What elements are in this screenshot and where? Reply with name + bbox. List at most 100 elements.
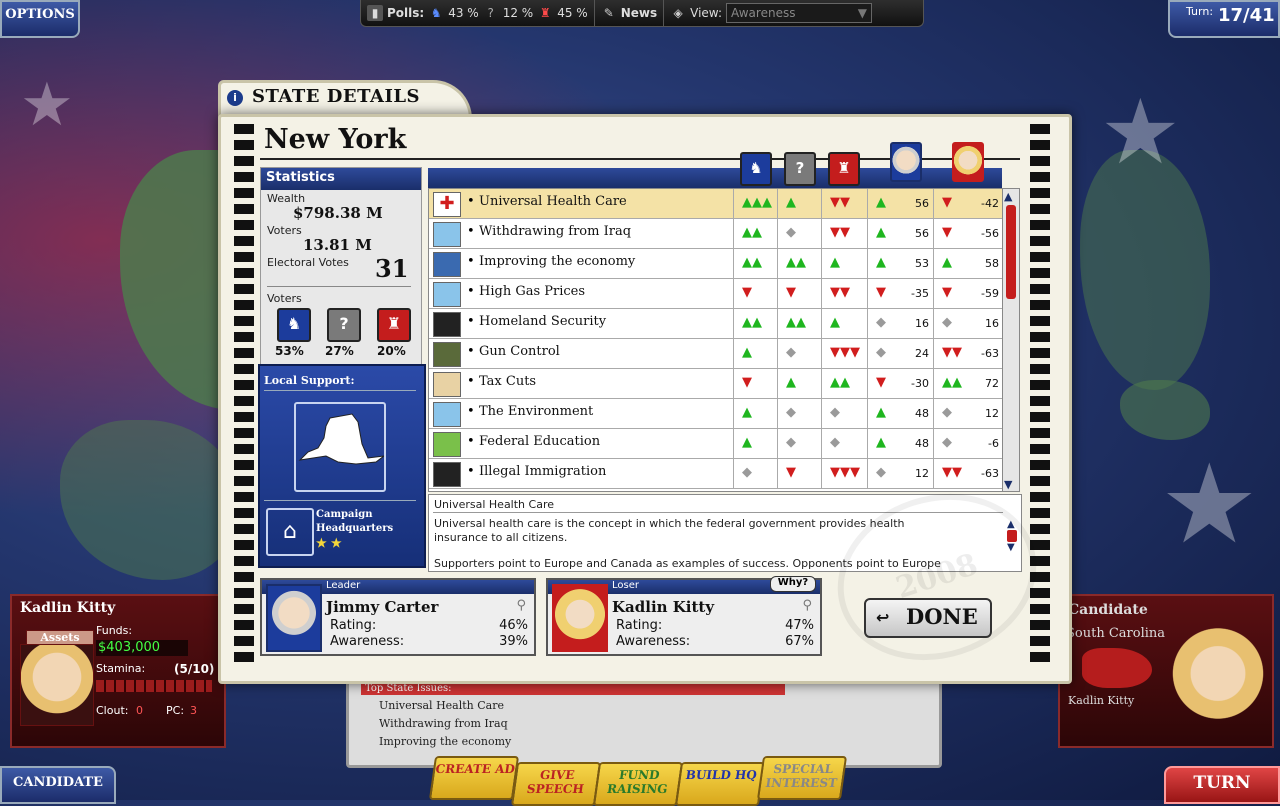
leader-heading: Leader [326, 580, 361, 591]
polls-label: Polls: [387, 6, 425, 20]
score-value: -63 [981, 467, 999, 480]
undecided-opinion-cell: ▲ [777, 369, 821, 398]
hq-stars: ★ ★ [316, 536, 342, 550]
issue-label: Illegal Immigration [479, 464, 607, 479]
carter-opinion-thumb-icon: ▼ [876, 285, 886, 300]
stamina-value: (5/10) [174, 662, 215, 676]
issues-scrollbar[interactable]: ▲ ▼ [1002, 188, 1020, 492]
view-select-value: Awareness [731, 6, 796, 20]
fund-raising-button[interactable]: FUND RAISING [592, 762, 684, 806]
republican-opinion-cell: ▲ [821, 249, 867, 278]
kitty-opinion-thumb-icon: ▼ [942, 195, 952, 210]
rep-poll-value: 45 % [557, 6, 588, 20]
democrat-opinion-thumb-icon: ▲ [742, 435, 752, 450]
kitty-opinion-cell: ▼▼ -63 [933, 459, 1003, 488]
candidate-button[interactable]: CANDIDATE [0, 766, 116, 804]
jimmy-carter-column-portrait [890, 142, 922, 182]
hq-label-line2: Headquarters [316, 523, 394, 534]
republican-opinion-cell: ◆ [821, 399, 867, 428]
leader-card: Leader Jimmy Carter ⚲ Rating: 46% Awaren… [260, 578, 536, 656]
create-ad-button[interactable]: CREATE AD [428, 756, 520, 800]
score-value: 24 [915, 347, 929, 360]
issue-label: Tax Cuts [479, 374, 537, 389]
news-button[interactable]: ✎ News [595, 0, 665, 26]
score-value: 53 [915, 257, 929, 270]
state-map-frame[interactable] [294, 402, 386, 492]
score-value: -63 [981, 347, 999, 360]
issue-row[interactable]: High Gas Prices • ▼ ▼ ▼▼ ▼ -35 ▼ -59 [429, 279, 1003, 309]
eagle-icon [433, 312, 461, 337]
filmstrip-border-left [234, 118, 254, 666]
kitty-opinion-cell: ◆ 16 [933, 309, 1003, 338]
kitty-opinion-cell: ◆ 12 [933, 399, 1003, 428]
kitty-opinion-cell: ▼ -59 [933, 279, 1003, 308]
issue-label: High Gas Prices [479, 284, 586, 299]
carter-opinion-thumb-icon: ◆ [876, 465, 886, 480]
issue-row[interactable]: Improving the economy • ▲▲ ▲▲ ▲ ▲ 53 ▲ 58 [429, 249, 1003, 279]
end-turn-button[interactable]: TURN [1164, 766, 1280, 804]
view-select[interactable]: Awareness ▼ [726, 3, 873, 23]
republican-opinion-cell: ▼▼▼ [821, 339, 867, 368]
democrat-donkey-icon: ♞ [277, 308, 311, 342]
local-support-panel: Local Support: ⌂ Campaign Headquarters ★… [258, 364, 426, 568]
options-button[interactable]: OPTIONS [0, 0, 80, 38]
funds-label: Funds: [96, 624, 133, 637]
issue-row[interactable]: Gun Control • ▲ ◆ ▼▼▼ ◆ 24 ▼▼ -63 [429, 339, 1003, 369]
republican-opinion-thumb-icon: ◆ [830, 405, 840, 420]
issue-row[interactable]: Homeland Security • ▲▲ ▲▲ ▲ ◆ 16 ◆ 16 [429, 309, 1003, 339]
scroll-down-icon[interactable]: ▼ [1004, 478, 1012, 491]
build-hq-button[interactable]: BUILD HQ [674, 762, 766, 806]
democrat-column-icon: ♞ [740, 152, 772, 186]
democrat-percent: 53% [275, 344, 304, 358]
issue-row[interactable]: Illegal Immigration • ◆ ▼ ▼▼▼ ◆ 12 ▼▼ -63 [429, 459, 1003, 489]
scroll-thumb[interactable] [1006, 205, 1016, 299]
kitty-opinion-cell: ▲▲ 72 [933, 369, 1003, 398]
why-button[interactable]: Why? [770, 576, 816, 592]
carter-opinion-cell: ▼ -30 [867, 369, 933, 398]
give-speech-button[interactable]: GIVE SPEECH [510, 762, 602, 806]
star-decoration: ★ [20, 70, 74, 140]
undecided-opinion-cell: ◆ [777, 429, 821, 458]
republican-opinion-cell: ▼▼▼ [821, 459, 867, 488]
question-icon: ? [487, 6, 494, 20]
candidate-name: Kadlin Kitty [20, 600, 116, 616]
done-button[interactable]: ↩ DONE [864, 598, 992, 638]
kitty-opinion-cell: ▼ -42 [933, 189, 1003, 218]
top-issue-item: Improving the economy [379, 735, 512, 748]
leader-rating-label: Rating: [330, 618, 377, 633]
dialog-title: STATE DETAILS [252, 86, 421, 107]
campaign-hq-icon[interactable]: ⌂ [266, 508, 314, 556]
newspaper-icon: ✎ [603, 6, 614, 20]
issue-row[interactable]: The Environment • ▲ ◆ ◆ ▲ 48 ◆ 12 [429, 399, 1003, 429]
issue-row[interactable]: Federal Education • ▲ ◆ ◆ ▲ 48 ◆ -6 [429, 429, 1003, 459]
undecided-opinion-thumb-icon: ◆ [786, 405, 796, 420]
leader-name: Jimmy Carter [326, 598, 439, 616]
undecided-opinion-cell: ◆ [777, 339, 821, 368]
gun-icon [433, 342, 461, 367]
top-issues-heading: Top State Issues: [361, 683, 785, 695]
issue-row[interactable]: Withdrawing from Iraq • ▲▲ ◆ ▼▼ ▲ 56 ▼ -56 [429, 219, 1003, 249]
kitty-opinion-thumb-icon: ▼▼ [942, 345, 962, 360]
score-value: 12 [985, 407, 999, 420]
undecided-poll-value: 12 % [502, 6, 534, 20]
carter-opinion-thumb-icon: ◆ [876, 315, 886, 330]
polls-segment[interactable]: ▮ Polls: ♞ 43 % ? 12 % ♜ 45 % [361, 0, 595, 26]
undecided-opinion-thumb-icon: ◆ [786, 225, 796, 240]
issue-row[interactable]: Tax Cuts • ▼ ▲ ▲▲ ▼ -30 ▲▲ 72 [429, 369, 1003, 399]
republican-opinion-thumb-icon: ◆ [830, 435, 840, 450]
special-interest-button[interactable]: SPECIAL INTEREST [756, 756, 848, 800]
democrat-opinion-thumb-icon: ◆ [742, 465, 752, 480]
leader-awareness-value: 39% [499, 634, 528, 649]
poll-chart-icon: ▮ [367, 5, 383, 21]
hq-label-line1: Campaign [316, 509, 373, 520]
undecided-opinion-cell: ▼ [777, 279, 821, 308]
republican-opinion-thumb-icon: ▼▼ [830, 195, 850, 210]
search-icon[interactable]: ⚲ [516, 598, 526, 613]
score-value: 72 [985, 377, 999, 390]
undecided-opinion-cell: ◆ [777, 399, 821, 428]
search-icon[interactable]: ⚲ [802, 598, 812, 613]
clout-label: Clout: [96, 704, 129, 717]
scroll-up-icon[interactable]: ▲ [1004, 190, 1012, 203]
issue-row[interactable]: ✚ Universal Health Care • ▲▲▲ ▲ ▼▼ ▲ 56 ▼ -42 [429, 189, 1003, 219]
carter-opinion-cell: ◆ 16 [867, 309, 933, 338]
